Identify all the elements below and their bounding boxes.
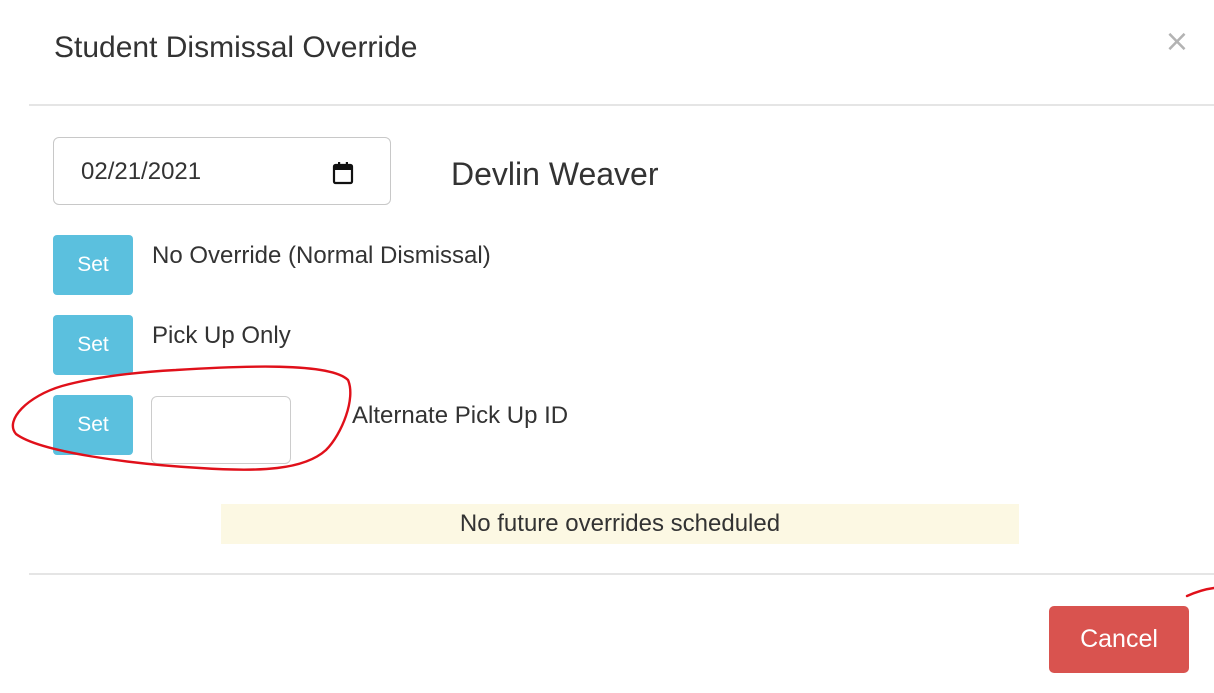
set-no-override-button[interactable]: Set bbox=[53, 235, 133, 295]
date-input[interactable]: 02/21/2021 bbox=[53, 137, 391, 205]
no-override-label: No Override (Normal Dismissal) bbox=[152, 242, 491, 269]
modal-title: Student Dismissal Override bbox=[54, 31, 418, 64]
alternate-pick-up-id-label: Alternate Pick Up ID bbox=[352, 402, 569, 429]
close-button[interactable]: × bbox=[1160, 22, 1194, 62]
date-value: 02/21/2021 bbox=[81, 158, 202, 185]
header-divider bbox=[29, 104, 1214, 106]
dismissal-override-modal: Student Dismissal Override × 02/21/2021 … bbox=[0, 0, 1214, 693]
corner-stroke-annotation bbox=[1185, 586, 1214, 598]
alternate-pick-up-id-input[interactable] bbox=[151, 396, 291, 464]
no-overrides-notice: No future overrides scheduled bbox=[221, 504, 1019, 544]
pick-up-only-label: Pick Up Only bbox=[152, 322, 291, 349]
set-pick-up-only-button[interactable]: Set bbox=[53, 315, 133, 375]
footer-divider bbox=[29, 573, 1214, 575]
set-alternate-pick-up-button[interactable]: Set bbox=[53, 395, 133, 455]
cancel-button[interactable]: Cancel bbox=[1049, 606, 1189, 673]
student-name: Devlin Weaver bbox=[451, 156, 659, 192]
calendar-icon[interactable] bbox=[329, 159, 357, 187]
